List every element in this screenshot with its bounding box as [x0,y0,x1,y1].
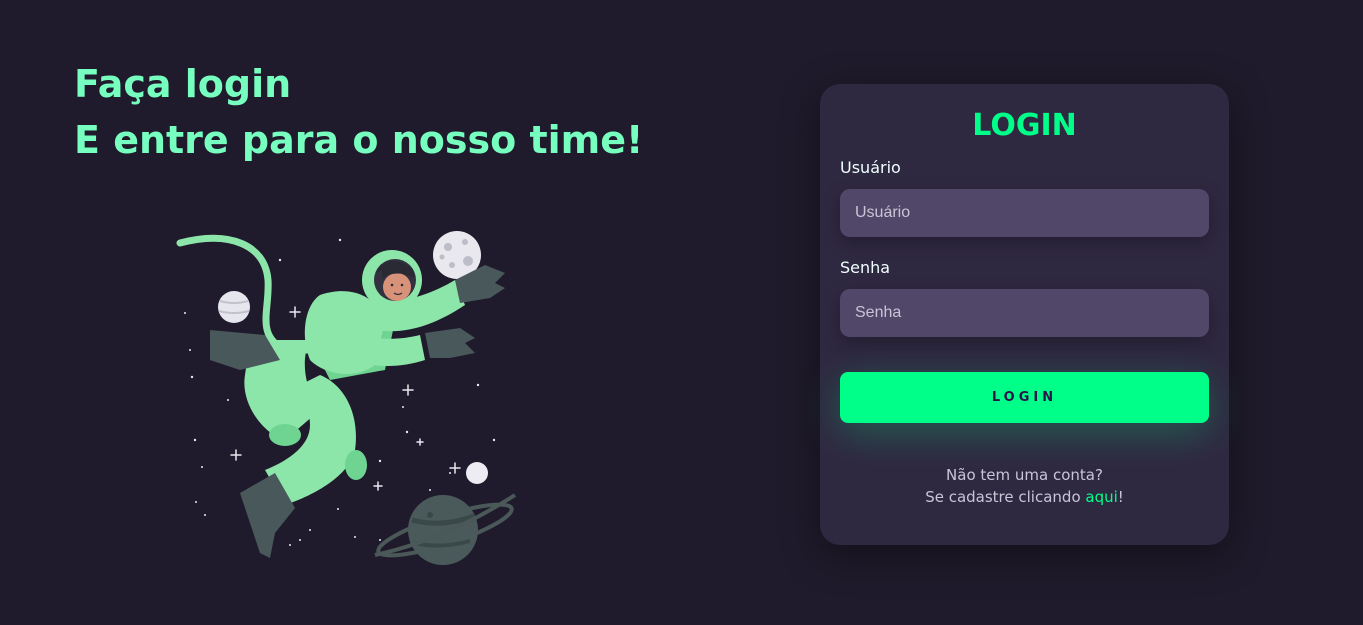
password-label: Senha [840,258,891,277]
hero-line-1: Faça login [74,62,292,106]
login-title: LOGIN [972,108,1077,143]
signup-line: Se cadastre clicando aqui! [820,486,1229,508]
login-button[interactable]: LOGIN [840,372,1209,423]
hero-line-2: E entre para o nosso time! [74,118,644,162]
login-page: Faça login E entre para o nosso time! LO… [0,0,1363,625]
login-card: LOGIN Usuário Senha LOGIN Não tem uma co… [820,84,1229,545]
username-input[interactable] [840,189,1209,237]
signup-question: Não tem uma conta? [946,466,1103,484]
astronaut-in-space-icon [176,231,517,565]
astronaut-illustration [170,225,520,570]
signup-prompt: Não tem uma conta? Se cadastre clicando … [820,464,1229,508]
signup-prefix: Se cadastre clicando [925,488,1086,506]
signup-suffix: ! [1117,488,1124,506]
hero-headline: Faça login E entre para o nosso time! [74,56,643,168]
signup-link[interactable]: aqui [1085,488,1117,506]
password-input[interactable] [840,289,1209,337]
username-label: Usuário [840,158,901,177]
